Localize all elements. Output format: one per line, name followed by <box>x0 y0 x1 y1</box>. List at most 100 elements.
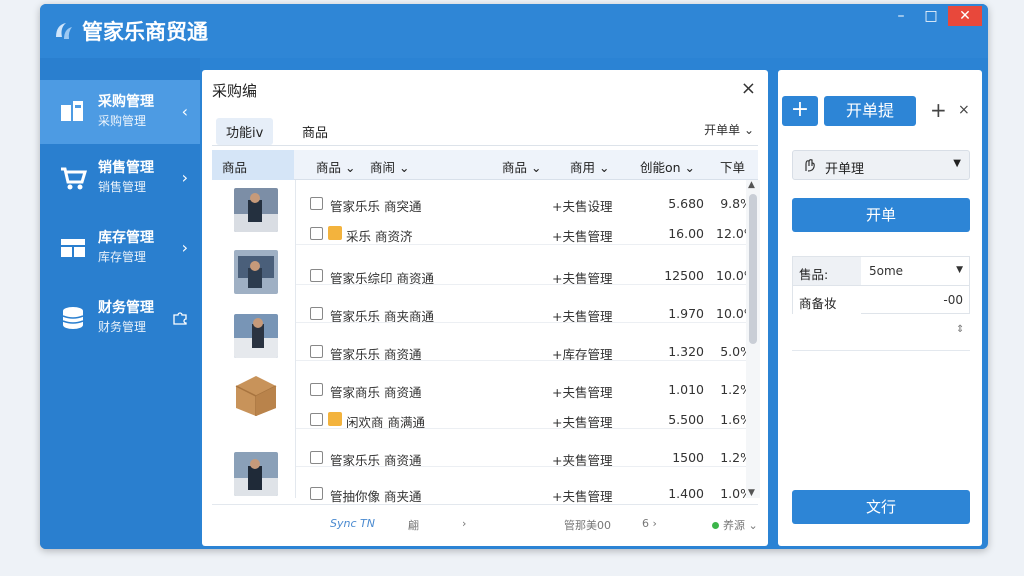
open-order-dropdown[interactable]: 开单单 ⌄ <box>704 121 754 138</box>
spinner-icon[interactable]: ⇕ <box>956 324 964 335</box>
box-image[interactable] <box>232 370 280 418</box>
row-checkbox[interactable] <box>310 487 323 500</box>
goods-select[interactable]: 5ome ▼ <box>863 257 969 285</box>
table-row[interactable]: 管家乐乐 商突通 +夫售设理 5.680 9.8% <box>296 188 752 218</box>
row-amount: 1.010 <box>668 382 704 397</box>
table-row[interactable]: 管家乐综印 商资通 +夫售管理 12500 10.0% <box>296 260 756 290</box>
scrollbar[interactable]: ▲ ▼ <box>746 180 760 498</box>
purchase-icon <box>61 101 83 121</box>
column-header[interactable]: 创能on ⌄ <box>640 157 695 176</box>
row-amount: 16.00 <box>668 226 704 241</box>
add-button[interactable]: + <box>782 96 818 126</box>
footer-logo: Sync TN <box>330 517 375 530</box>
close-window-button[interactable]: ✕ <box>948 6 982 26</box>
close-icon[interactable]: × <box>741 78 756 99</box>
product-list: 管家乐乐 商突通 +夫售设理 5.680 9.8% 采乐 商资济 +夫售管理 16.00 12… <box>296 180 756 504</box>
column-header[interactable]: 商闹 ⌄ <box>370 157 409 176</box>
order-type-select[interactable]: 开单理 ▼ <box>792 150 970 180</box>
warehouse-icon <box>61 239 85 257</box>
footer-item[interactable]: 管那美00 <box>564 517 611 533</box>
row-divider <box>296 244 746 245</box>
purchase-panel: 采购编 × 功能iv 商品 开单单 ⌄ 商品 商品 ⌄ 商闹 ⌄ 商品 ⌄ 商用… <box>202 70 768 546</box>
column-header[interactable]: 商用 ⌄ <box>570 157 609 176</box>
order-form: 售品: 5ome ▼ 商备妆 -00 <box>792 256 970 314</box>
row-checkbox[interactable] <box>310 345 323 358</box>
coins-icon <box>62 307 84 329</box>
row-amount: 1500 <box>672 450 704 465</box>
column-header[interactable]: 商品 ⌄ <box>502 157 541 176</box>
select-value: 开单理 <box>825 162 865 177</box>
divider <box>792 350 970 351</box>
footer-item[interactable]: 翩 <box>408 517 419 533</box>
form-label: 商备妆 <box>793 286 861 314</box>
row-checkbox[interactable] <box>310 197 323 210</box>
row-category: +夫售管理 <box>552 229 613 244</box>
row-checkbox[interactable] <box>310 383 323 396</box>
chevron-right-icon: › <box>181 168 188 187</box>
table-row[interactable]: 管家乐乐 商资通 +库存管理 1.320 5.0% <box>296 336 752 366</box>
thumbnail-column <box>212 180 296 498</box>
scrollbar-thumb[interactable] <box>749 194 757 344</box>
panel-title: 采购编 <box>212 82 258 100</box>
tab-function[interactable]: 功能iv <box>216 118 274 145</box>
column-header[interactable]: 商品 ⌄ <box>316 157 355 176</box>
row-checkbox[interactable] <box>310 451 323 464</box>
row-divider <box>296 428 746 429</box>
row-checkbox[interactable] <box>310 227 323 240</box>
open-order-tab[interactable]: 开单提 <box>824 96 916 126</box>
footer-page[interactable]: 6 › <box>642 517 657 530</box>
product-image[interactable] <box>234 452 278 496</box>
status-indicator[interactable]: 养源 ⌄ <box>712 517 758 533</box>
scroll-up-icon[interactable]: ▲ <box>748 180 755 190</box>
sidebar-item-label: 库存管理 <box>98 230 154 246</box>
minimize-button[interactable]: – <box>888 6 914 26</box>
tab-bar: 功能iv 商品 开单单 ⌄ <box>212 112 758 146</box>
row-divider <box>296 322 746 323</box>
add-tab-icon[interactable]: + <box>930 98 947 122</box>
column-header[interactable]: 下单 <box>720 157 745 176</box>
maximize-button[interactable]: □ <box>918 6 944 26</box>
submit-button[interactable]: 文行 <box>792 490 970 524</box>
scroll-down-icon[interactable]: ▼ <box>748 488 755 498</box>
folder-icon <box>328 226 342 240</box>
row-name: 管抽你像 商夹通 <box>330 489 422 504</box>
cart-icon <box>61 167 88 190</box>
sidebar-item-finance[interactable]: 财务管理 财务管理 <box>40 286 200 350</box>
close-icon[interactable]: × <box>958 102 970 118</box>
row-category: +夫售管理 <box>552 489 613 504</box>
title-bar: 管家乐商贸通 – □ ✕ <box>40 4 988 58</box>
sidebar-item-purchase[interactable]: 采购管理 采购管理 ‹ <box>40 80 200 144</box>
chevron-down-icon: ▼ <box>953 158 961 169</box>
sidebar-item-inventory[interactable]: 库存管理 库存管理 › <box>40 216 200 280</box>
table-row[interactable]: 闲欢商 商满通 +夫售管理 5.500 1.6% <box>296 404 752 434</box>
sidebar-item-sublabel: 销售管理 <box>98 180 147 194</box>
footer-next[interactable]: › <box>462 517 466 530</box>
app-logo-icon <box>56 23 72 39</box>
chevron-right-icon: › <box>181 238 188 257</box>
table-row[interactable]: 管家乐乐 商夹商通 +夫售管理 1.970 10.0% <box>296 298 756 328</box>
row-name: 采乐 商资济 <box>346 229 413 244</box>
sidebar-item-sales[interactable]: 销售管理 销售管理 › <box>40 146 200 210</box>
status-dot-icon <box>712 522 719 529</box>
goods-select-value: 5ome <box>869 264 904 278</box>
sidebar-item-sublabel: 采购管理 <box>98 114 147 128</box>
table-row[interactable]: 管家商乐 商资通 +夫售管理 1.010 1.2% <box>296 374 752 404</box>
row-checkbox[interactable] <box>310 413 323 426</box>
table-row[interactable]: 管家乐乐 商资通 +夹售管理 1500 1.2% <box>296 442 752 472</box>
tab-goods[interactable]: 商品 <box>292 118 338 145</box>
app-title: 管家乐商贸通 <box>82 20 208 44</box>
amount-field[interactable]: -00 <box>863 286 969 314</box>
product-image[interactable] <box>234 250 278 294</box>
sidebar-item-label: 采购管理 <box>98 94 154 110</box>
open-order-button[interactable]: 开单 <box>792 198 970 232</box>
row-amount: 5.500 <box>668 412 704 427</box>
row-name: 管家商乐 商资通 <box>330 385 422 400</box>
puzzle-icon <box>173 312 187 325</box>
row-checkbox[interactable] <box>310 307 323 320</box>
product-image[interactable] <box>234 314 278 358</box>
product-image[interactable] <box>234 188 278 232</box>
column-header[interactable]: 商品 <box>212 150 294 180</box>
row-checkbox[interactable] <box>310 269 323 282</box>
row-divider <box>296 284 746 285</box>
chevron-left-icon: ‹ <box>181 102 188 121</box>
